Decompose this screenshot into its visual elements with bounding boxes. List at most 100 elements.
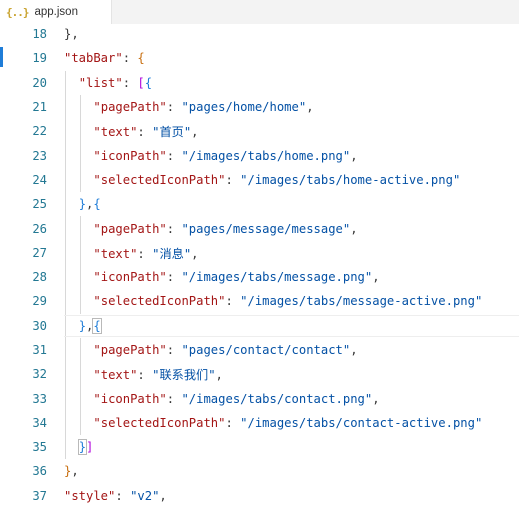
code-token: "pagePath" xyxy=(93,221,167,236)
code-token: "/images/tabs/home-active.png" xyxy=(240,172,461,187)
code-token: : xyxy=(122,51,138,66)
indent-guide xyxy=(79,216,81,314)
line-number: 29 xyxy=(32,294,47,309)
line-number: 25 xyxy=(32,197,47,212)
line-code: }, xyxy=(64,27,79,41)
code-token: , xyxy=(191,125,199,140)
line-number: 26 xyxy=(32,221,47,236)
code-token: }, xyxy=(64,27,79,42)
code-token: { xyxy=(93,197,101,212)
code-line[interactable]: 26 "pagePath": "pages/message/message", xyxy=(0,216,519,240)
code-line[interactable]: 27 "text": "消息", xyxy=(0,241,519,265)
line-code: "tabBar": { xyxy=(64,51,145,65)
line-code: "text": "消息", xyxy=(93,244,198,262)
code-token: "pages/contact/contact" xyxy=(181,343,351,357)
code-token: : xyxy=(137,125,153,140)
code-token: "pagePath" xyxy=(93,343,167,357)
line-code: "pagePath": "pages/home/home", xyxy=(93,100,313,114)
line-code: "style": "v2", xyxy=(64,489,167,503)
code-token: [ xyxy=(137,75,145,90)
code-token: , xyxy=(215,368,223,383)
line-code: "iconPath": "/images/tabs/home.png", xyxy=(93,149,357,163)
code-token: , xyxy=(191,246,199,261)
code-token: : xyxy=(115,488,131,503)
line-number: 30 xyxy=(32,318,47,333)
bracket-match-highlight xyxy=(77,439,88,456)
code-token: "iconPath" xyxy=(93,148,167,163)
code-line[interactable]: 24 "selectedIconPath": "/images/tabs/home… xyxy=(0,168,519,192)
line-number: 35 xyxy=(32,440,47,455)
code-token: "iconPath" xyxy=(93,270,167,285)
code-line[interactable]: 22 "text": "首页", xyxy=(0,119,519,143)
indent-guide xyxy=(79,94,81,193)
code-line[interactable]: 23 "iconPath": "/images/tabs/home.png", xyxy=(0,143,519,167)
line-number: 20 xyxy=(32,75,47,90)
code-token: "text" xyxy=(93,246,138,261)
code-line[interactable]: 33 "iconPath": "/images/tabs/contact.png"… xyxy=(0,386,519,410)
code-token: "/images/tabs/message-active.png" xyxy=(240,294,483,309)
code-line[interactable]: 18}, xyxy=(0,22,519,46)
line-code: "text": "联系我们", xyxy=(93,365,223,383)
code-token: "pages/message/message" xyxy=(181,221,351,236)
code-token: : xyxy=(122,75,138,90)
indent-guide xyxy=(65,70,66,460)
code-token: : xyxy=(137,368,153,383)
code-token: "text" xyxy=(93,125,138,140)
code-line[interactable]: 34 "selectedIconPath": "/images/tabs/cont… xyxy=(0,411,519,435)
line-code: "list": [{ xyxy=(79,76,152,90)
line-code: },{ xyxy=(79,197,101,211)
code-token: "selectedIconPath" xyxy=(93,294,226,309)
line-code: "selectedIconPath": "/images/tabs/contac… xyxy=(93,416,482,430)
line-code: "iconPath": "/images/tabs/message.png", xyxy=(93,270,379,284)
code-token: { xyxy=(137,51,145,66)
code-token: "/images/tabs/contact.png" xyxy=(181,391,373,406)
line-code: "pagePath": "pages/contact/contact", xyxy=(93,343,357,357)
code-token: : xyxy=(166,391,182,406)
line-code: "selectedIconPath": "/images/tabs/home-a… xyxy=(93,173,460,187)
line-number: 32 xyxy=(32,367,47,382)
editor-tab-bar: {..} app.json xyxy=(0,0,519,24)
line-number: 21 xyxy=(32,100,47,115)
code-token: : xyxy=(225,294,241,309)
line-number: 23 xyxy=(32,148,47,163)
code-editor[interactable]: 18}, 19 "tabBar": {20 "list": [{21 "pagePath… xyxy=(0,22,519,508)
code-token: "v2" xyxy=(130,488,160,503)
json-file-icon: {..} xyxy=(6,5,29,19)
code-line[interactable]: 21 "pagePath": "pages/home/home", xyxy=(0,95,519,119)
code-editor-window: {..} app.json 18}, 19 "tabBar": {20 "list":… xyxy=(0,0,519,512)
code-token: : xyxy=(166,343,182,357)
code-line[interactable]: 36}, xyxy=(0,459,519,483)
code-token: "selectedIconPath" xyxy=(93,172,226,187)
code-line[interactable]: 19 "tabBar": { xyxy=(0,46,519,70)
code-token: "style" xyxy=(64,488,116,503)
code-token: "联系我们" xyxy=(152,368,216,383)
code-token: "首页" xyxy=(152,125,192,140)
code-token: "text" xyxy=(93,368,138,383)
indent-guide xyxy=(79,337,81,436)
code-token: , xyxy=(306,100,314,115)
bracket-match-highlight xyxy=(92,317,102,334)
code-line[interactable]: 25 },{ xyxy=(0,192,519,216)
code-line[interactable]: 28 "iconPath": "/images/tabs/message.png"… xyxy=(0,265,519,289)
line-number: 33 xyxy=(32,391,47,406)
line-number: 34 xyxy=(32,415,47,430)
code-line[interactable]: 32 "text": "联系我们", xyxy=(0,362,519,386)
tab-app-json[interactable]: {..} app.json xyxy=(0,0,112,24)
code-token: , xyxy=(350,343,358,357)
line-code: "iconPath": "/images/tabs/contact.png", xyxy=(93,392,379,406)
code-line[interactable]: 31 "pagePath": "pages/contact/contact", xyxy=(0,338,519,362)
code-line[interactable]: 29 "selectedIconPath": "/images/tabs/mess… xyxy=(0,289,519,313)
line-number: 31 xyxy=(32,343,47,357)
line-number: 18 xyxy=(32,27,47,42)
code-line[interactable]: 37 "style": "v2", xyxy=(0,484,519,508)
line-number: 27 xyxy=(32,245,47,260)
code-token: : xyxy=(225,172,241,187)
code-token: "/images/tabs/message.png" xyxy=(181,270,373,285)
code-token: "selectedIconPath" xyxy=(93,415,226,430)
code-line[interactable]: 20 "list": [{ xyxy=(0,71,519,95)
code-token: , xyxy=(159,488,167,503)
line-number: 36 xyxy=(32,464,47,479)
code-token: "pagePath" xyxy=(93,100,167,115)
code-token: "iconPath" xyxy=(93,391,167,406)
line-number: 22 xyxy=(32,124,47,139)
